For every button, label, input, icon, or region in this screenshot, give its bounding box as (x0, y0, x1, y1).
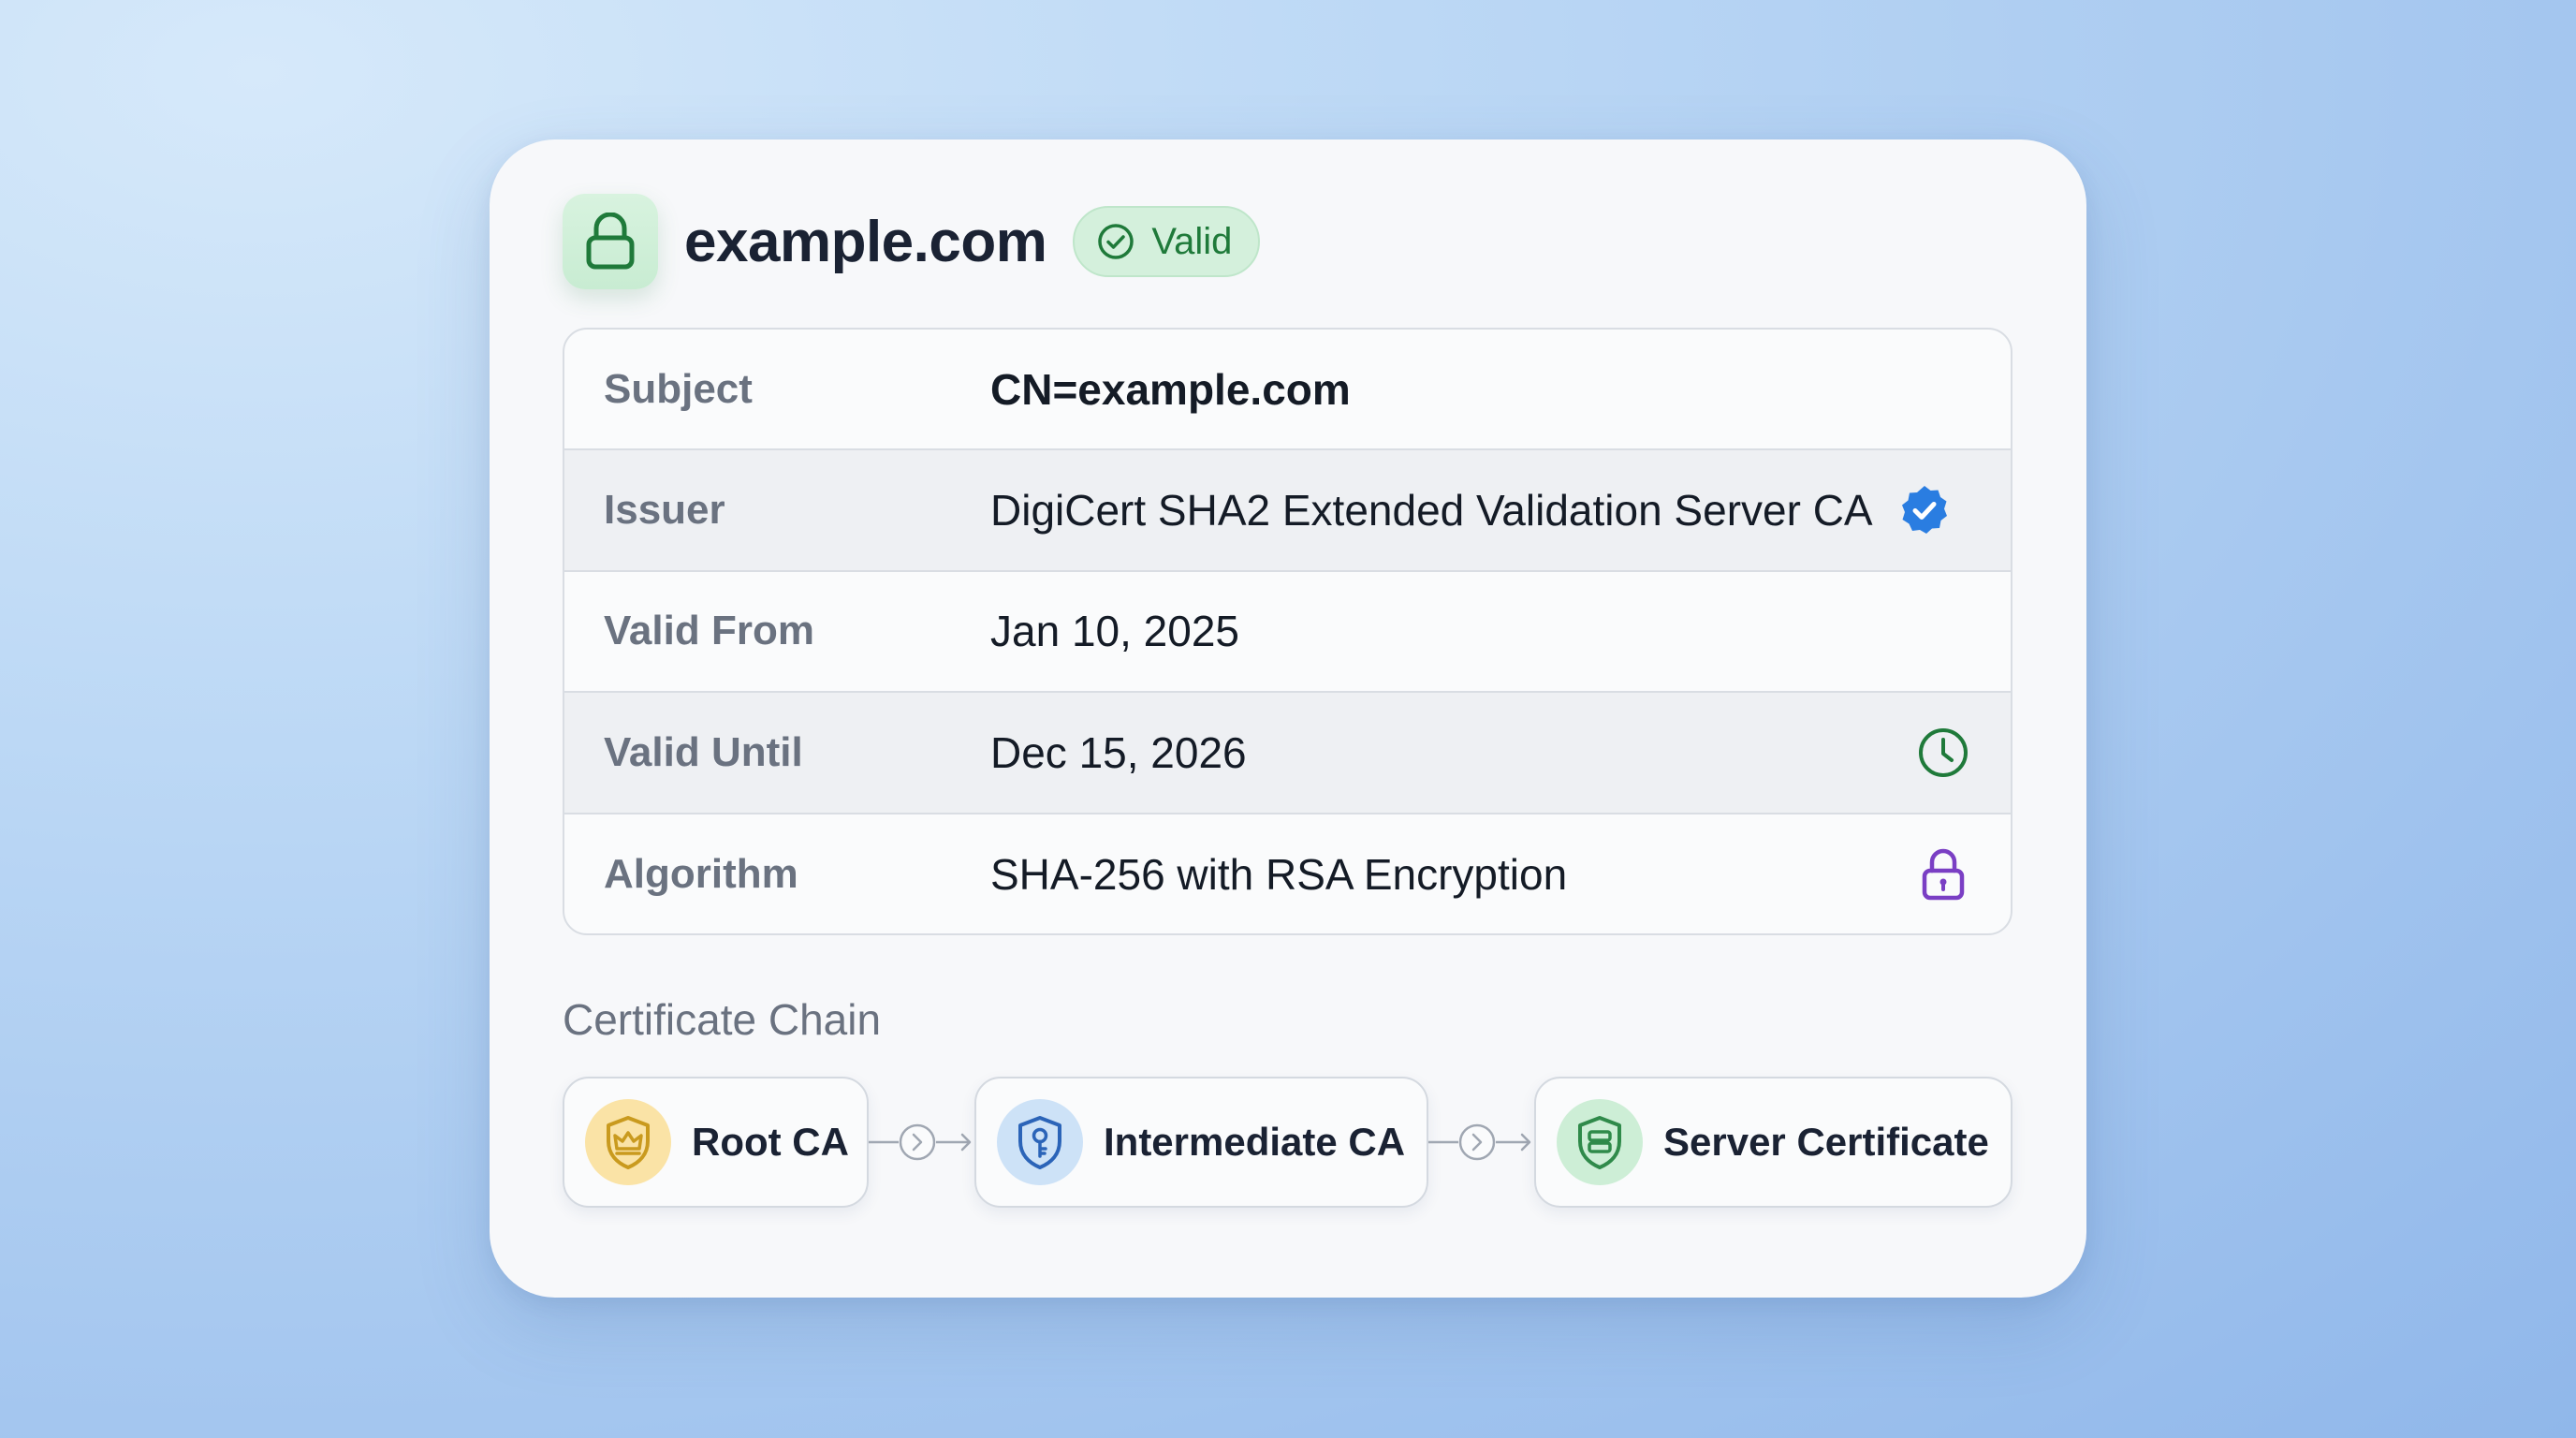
detail-label: Valid Until (604, 728, 803, 775)
chain-node-server-certificate[interactable]: Server Certificate (1534, 1077, 2012, 1208)
detail-value: CN=example.com (990, 364, 1351, 414)
detail-row-issuer: Issuer DigiCert SHA2 Extended Validation… (564, 450, 2011, 572)
detail-row-valid-until: Valid Until Dec 15, 2026 (564, 693, 2011, 814)
verified-badge-icon (1897, 483, 1952, 537)
detail-label: Subject (604, 365, 753, 412)
status-text: Valid (1151, 220, 1233, 262)
padlock-icon (1915, 846, 1971, 902)
detail-row-algorithm: Algorithm SHA-256 with RSA Encryption (564, 814, 2011, 933)
certificate-chain: Root CA Intermediate CA Server Certifica… (563, 1077, 2012, 1210)
key-shield-icon (997, 1099, 1083, 1185)
detail-label: Algorithm (604, 851, 798, 898)
status-badge: Valid (1073, 206, 1261, 277)
detail-row-valid-from: Valid From Jan 10, 2025 (564, 572, 2011, 694)
chain-node-label: Root CA (692, 1120, 849, 1164)
chain-node-root-ca[interactable]: Root CA (563, 1077, 869, 1208)
chain-connector-arrow (1428, 1123, 1531, 1161)
chain-connector-arrow (869, 1123, 972, 1161)
detail-value: SHA-256 with RSA Encryption (990, 850, 1568, 900)
detail-value: Dec 15, 2026 (990, 727, 1247, 777)
server-shield-icon (1557, 1099, 1643, 1185)
certificate-card: example.com Valid Subject CN=example.com… (490, 139, 2086, 1298)
chain-node-label: Server Certificate (1663, 1120, 1989, 1164)
certificate-details-table: Subject CN=example.com Issuer DigiCert S… (563, 328, 2012, 935)
domain-title: example.com (684, 209, 1047, 274)
crown-shield-icon (585, 1099, 671, 1185)
clock-icon (1915, 725, 1971, 781)
detail-label: Valid From (604, 608, 814, 654)
chain-node-intermediate-ca[interactable]: Intermediate CA (974, 1077, 1428, 1208)
chain-node-label: Intermediate CA (1104, 1120, 1406, 1164)
detail-label: Issuer (604, 487, 725, 534)
detail-value: Jan 10, 2025 (990, 607, 1240, 656)
detail-value: DigiCert SHA2 Extended Validation Server… (990, 486, 1873, 536)
detail-row-subject: Subject CN=example.com (564, 330, 2011, 451)
chain-title: Certificate Chain (563, 995, 882, 1044)
certificate-header: example.com Valid (563, 193, 1261, 290)
check-circle-icon (1097, 223, 1134, 260)
lock-icon (563, 194, 658, 289)
